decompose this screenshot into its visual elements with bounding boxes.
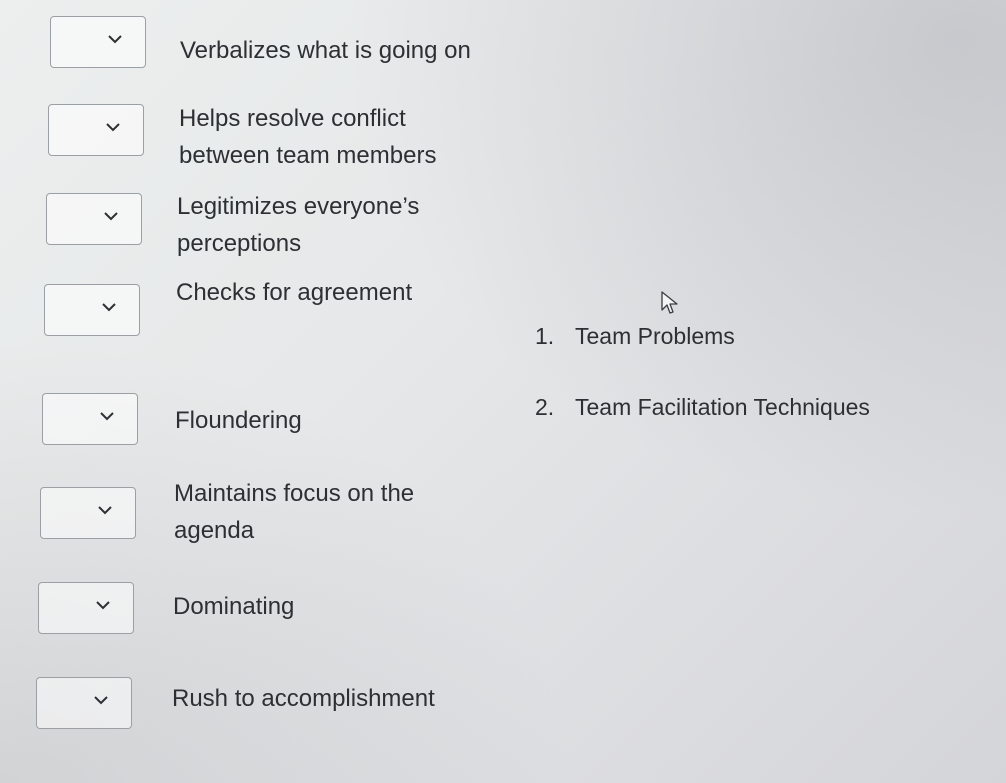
match-dropdown-7[interactable]: [38, 582, 134, 634]
answer-option-1: 1. Team Problems: [535, 320, 735, 352]
match-dropdown-5[interactable]: [42, 393, 138, 445]
mouse-pointer-icon: [660, 290, 680, 316]
prompt-label-7: Dominating: [173, 593, 295, 620]
chevron-down-icon: [95, 599, 111, 611]
prompt-label-3: Legitimizes everyone’s perceptions: [177, 193, 420, 257]
chevron-down-icon: [107, 33, 123, 45]
prompt-label-1: Verbalizes what is going on: [180, 37, 471, 64]
prompt-label-8: Rush to accomplishment: [172, 685, 435, 712]
match-dropdown-4[interactable]: [44, 284, 140, 336]
match-dropdown-8[interactable]: [36, 677, 132, 729]
answer-label: Team Facilitation Techniques: [575, 394, 870, 420]
chevron-down-icon: [103, 210, 119, 222]
answer-label: Team Problems: [575, 323, 735, 349]
match-dropdown-2[interactable]: [48, 104, 144, 156]
answer-number: 1.: [535, 323, 555, 349]
match-dropdown-1[interactable]: [50, 16, 146, 68]
answer-option-2: 2. Team Facilitation Techniques: [535, 391, 870, 423]
match-dropdown-3[interactable]: [46, 193, 142, 245]
prompt-label-4: Checks for agreement: [176, 279, 413, 306]
chevron-down-icon: [97, 504, 113, 516]
chevron-down-icon: [105, 121, 121, 133]
answer-number: 2.: [535, 394, 555, 420]
chevron-down-icon: [101, 301, 117, 313]
prompt-label-2: Helps resolve conflict between team memb…: [179, 105, 437, 169]
matching-question: Verbalizes what is going on Helps resolv…: [0, 0, 520, 783]
prompt-label-6: Maintains focus on the agenda: [174, 480, 415, 544]
chevron-down-icon: [93, 694, 109, 706]
chevron-down-icon: [99, 410, 115, 422]
match-dropdown-6[interactable]: [40, 487, 136, 539]
prompt-label-5: Floundering: [175, 407, 302, 434]
